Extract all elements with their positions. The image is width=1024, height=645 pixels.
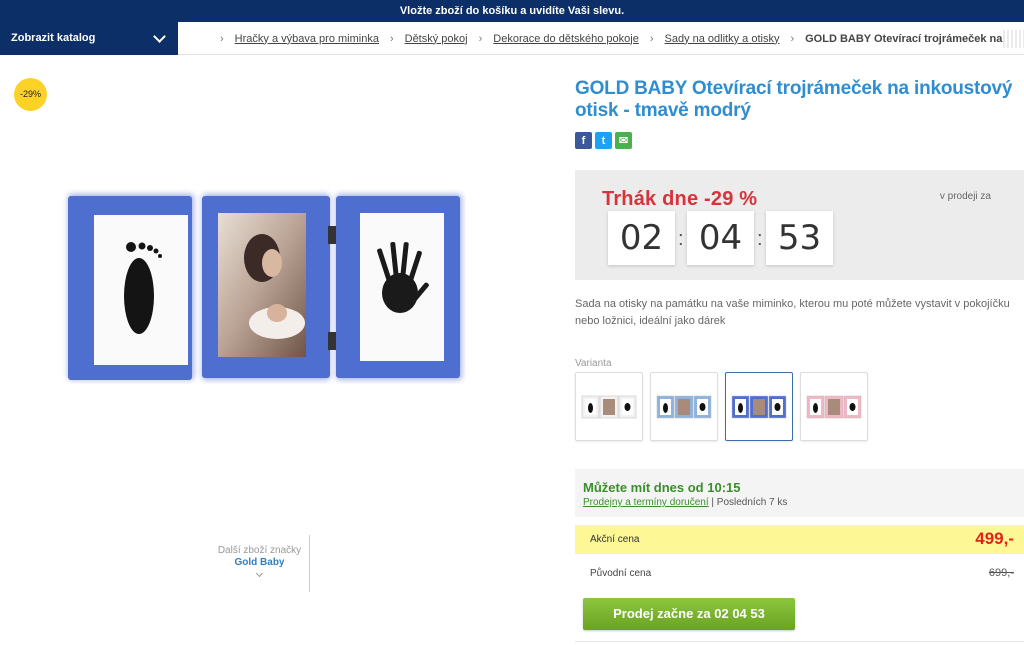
breadcrumb-fade [1003, 30, 1024, 48]
variant-thumbnail [581, 395, 637, 418]
variant-option[interactable] [800, 372, 868, 441]
facebook-icon[interactable]: f [575, 132, 592, 149]
breadcrumb-separator-icon: › [649, 32, 654, 45]
countdown-hours: 02 [608, 211, 675, 265]
breadcrumb-item[interactable]: Dětský pokoj [405, 33, 468, 45]
variant-option[interactable] [650, 372, 718, 441]
original-price-label: Původní cena [590, 568, 652, 579]
brand-name[interactable]: Gold Baby [210, 557, 309, 568]
catalog-button-label: Zobrazit katalog [11, 32, 96, 44]
stock-info: | Posledních 7 ks [711, 497, 788, 508]
breadcrumb-item[interactable]: Dekorace do dětského pokoje [493, 33, 639, 45]
promo-bar: Vložte zboží do košíku a uvidíte Vaši sl… [0, 0, 1024, 22]
breadcrumb-current: GOLD BABY Otevírací trojrámeček na inkou… [805, 32, 1003, 45]
deal-title: Trhák dne -29 % [602, 188, 758, 210]
brand-link[interactable]: Další zboží značky Gold Baby [210, 535, 310, 592]
availability-box: Můžete mít dnes od 10:15 Prodejny a term… [575, 469, 1024, 517]
breadcrumb: › Hračky a výbava pro miminka › Dětský p… [197, 22, 1003, 55]
product-image[interactable] [62, 188, 466, 384]
deal-of-the-day: Trhák dne -29 % v prodeji za 02 : 04 : 5… [575, 170, 1024, 280]
chevron-down-icon [255, 569, 264, 578]
product-title: GOLD BABY Otevírací trojrámeček na inkou… [575, 78, 1013, 121]
action-price-row: Akční cena 499,- [575, 525, 1024, 554]
countdown-seconds: 53 [766, 211, 833, 265]
variant-thumbnail [806, 395, 862, 418]
variant-thumbnail [656, 395, 712, 418]
deal-sale-label: v prodeji za [939, 191, 991, 202]
original-price-value: 699,- [988, 567, 1014, 579]
product-description: Sada na otisky na památku na vaše mimink… [575, 298, 1010, 327]
breadcrumb-separator-icon: › [220, 32, 224, 45]
variant-option[interactable] [725, 372, 793, 441]
action-price-label: Akční cena [590, 534, 640, 545]
breadcrumb-separator-icon: › [790, 32, 795, 45]
countdown-minutes: 04 [687, 211, 754, 265]
discount-badge: -29% [14, 78, 47, 111]
availability-details: Prodejny a termíny doručení | Posledních… [583, 497, 787, 508]
email-icon[interactable]: ✉ [615, 132, 632, 149]
action-price-value: 499,- [975, 529, 1014, 548]
twitter-icon[interactable]: t [595, 132, 612, 149]
breadcrumb-item[interactable]: Sady na odlitky a otisky [665, 33, 780, 45]
chevron-down-icon [153, 30, 166, 43]
variant-picker [575, 372, 868, 441]
countdown-separator: : [678, 228, 684, 250]
availability-headline: Můžete mít dnes od 10:15 [583, 480, 741, 495]
variant-option[interactable] [575, 372, 643, 441]
stores-delivery-link[interactable]: Prodejny a termíny doručení [583, 497, 709, 508]
divider [575, 641, 1024, 642]
catalog-button[interactable]: Zobrazit katalog [0, 22, 178, 55]
original-price-row: Původní cena 699,- [575, 558, 1024, 588]
countdown-separator: : [757, 228, 763, 250]
brand-label: Další zboží značky [217, 545, 302, 556]
share-buttons: f t ✉ [575, 132, 632, 149]
navigation-row: Zobrazit katalog › Hračky a výbava pro m… [0, 22, 1024, 55]
breadcrumb-separator-icon: › [478, 32, 483, 45]
variant-label: Varianta [575, 358, 612, 369]
breadcrumb-separator-icon: › [389, 32, 394, 45]
breadcrumb-item[interactable]: Hračky a výbava pro miminka [235, 33, 379, 45]
variant-thumbnail [731, 395, 787, 418]
sale-start-button[interactable]: Prodej začne za 02 04 53 [583, 598, 795, 630]
